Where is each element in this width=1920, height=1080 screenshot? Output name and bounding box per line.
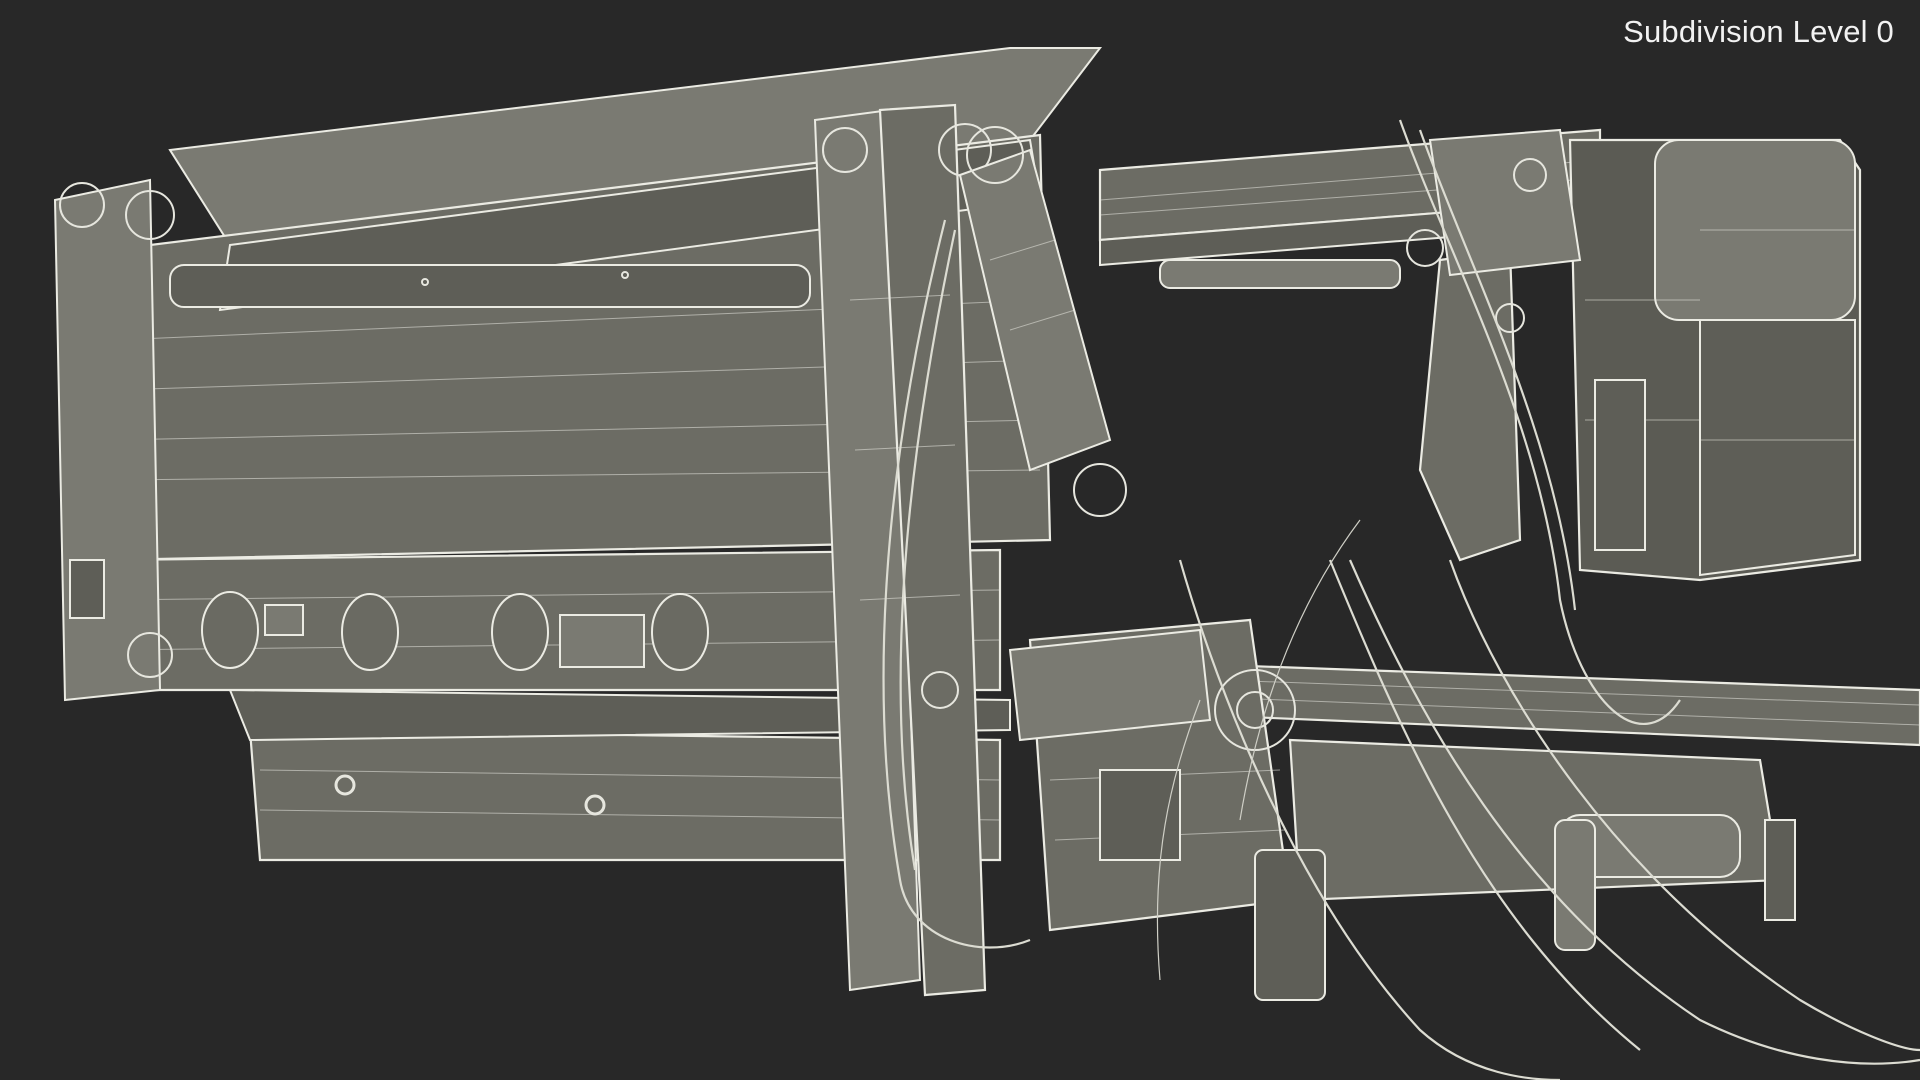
render-viewport: Subdivision Level 0 — [0, 0, 1920, 1080]
right-cabinet — [1568, 138, 1862, 582]
wireframe-machine-model — [53, 47, 1920, 1080]
viewport-label: Subdivision Level 0 — [1623, 14, 1894, 49]
tow-frame — [1254, 738, 1796, 1001]
engine-block — [1008, 618, 1296, 932]
